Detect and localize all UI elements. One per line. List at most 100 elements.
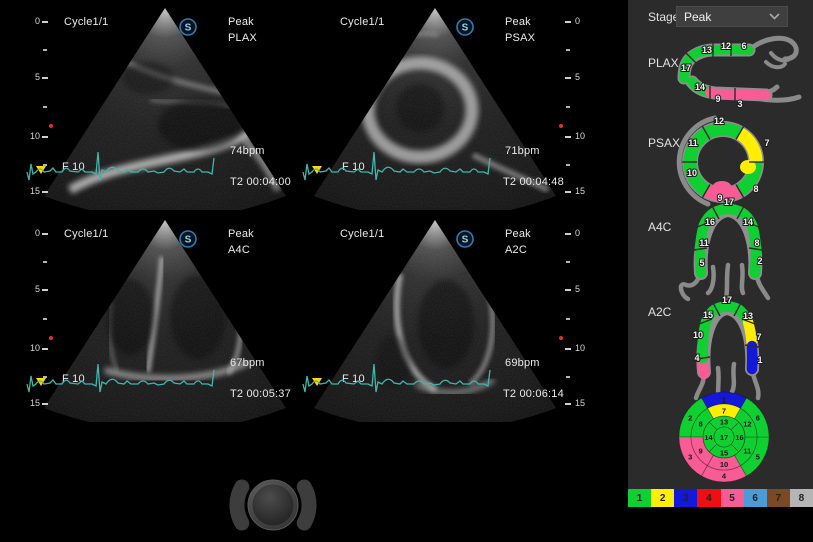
- ruler-tick: [566, 376, 570, 378]
- ruler-tick: [42, 348, 48, 350]
- ruler-tick: [565, 191, 571, 193]
- segment-number: 11: [743, 447, 751, 456]
- segment-number: 17: [724, 197, 734, 207]
- segment: [707, 129, 740, 133]
- legend-swatch: 8: [790, 489, 813, 507]
- segment-number: 13: [743, 311, 753, 321]
- ruler-label: 15: [575, 398, 591, 408]
- segment-number: 5: [699, 258, 704, 268]
- trackball-right-button[interactable]: [304, 487, 309, 523]
- ruler-tick: [42, 403, 48, 405]
- ruler-tick: [565, 21, 571, 23]
- heart-rate: 67bpm: [230, 357, 265, 369]
- focus-marker-icon: [559, 124, 563, 128]
- segment-number: 13: [720, 418, 728, 427]
- ruler-label: 5: [24, 284, 40, 294]
- quadrant-a2c[interactable]: S Cycle1/1 Peak A2C 69bpm T2 00:06:14 F …: [298, 212, 628, 422]
- segment-number: 11: [699, 238, 709, 248]
- vendor-logo-icon: S: [180, 231, 196, 247]
- view-label: PSAX: [505, 32, 535, 44]
- ruler-tick: [566, 164, 570, 166]
- ruler-label: 0: [575, 16, 591, 26]
- segment-number: 1: [722, 396, 726, 405]
- ruler-tick: [565, 136, 571, 138]
- trackball-left-button[interactable]: [237, 487, 242, 523]
- view-label: A2C: [505, 244, 527, 256]
- segment-number: 10: [720, 460, 728, 469]
- stage-field-label: Stage: [648, 10, 679, 24]
- quadrant-plax[interactable]: S Cycle1/1 Peak PLAX 74bpm T2 00:04:00 F…: [0, 0, 298, 210]
- ruler-tick: [43, 261, 47, 263]
- a4c-segment-diagram: 17 16 14 11 8 5 2: [668, 195, 808, 303]
- svg-text:S: S: [185, 23, 192, 34]
- focus-marker-icon: [559, 336, 563, 340]
- ruler-tick: [565, 289, 571, 291]
- svg-text:S: S: [185, 235, 192, 246]
- vendor-logo-icon: S: [457, 19, 473, 35]
- legend-swatch: 1: [628, 489, 651, 507]
- ruler-label: 10: [575, 343, 591, 353]
- segment-number: 8: [753, 184, 758, 194]
- ruler-label: 0: [24, 228, 40, 238]
- chevron-down-icon: [769, 13, 780, 20]
- ruler-tick: [42, 289, 48, 291]
- segment: [755, 249, 756, 273]
- ruler-tick: [42, 136, 48, 138]
- stage-label: Peak: [228, 228, 254, 240]
- ruler-tick: [565, 348, 571, 350]
- svg-text:S: S: [462, 23, 469, 34]
- heart-rate: 71bpm: [505, 145, 540, 157]
- segment-number: 2: [757, 256, 762, 266]
- segment-number: 7: [764, 138, 769, 148]
- ultrasound-image-a2c[interactable]: S: [298, 212, 628, 422]
- stage-dropdown-value: Peak: [684, 10, 711, 24]
- segment-number: 12: [743, 420, 751, 429]
- trackball-control[interactable]: [203, 465, 347, 541]
- segment-number: 13: [702, 45, 712, 55]
- segment-number: 17: [722, 295, 732, 305]
- segment-number: 9: [699, 447, 703, 456]
- cycle-label: Cycle1/1: [64, 228, 108, 240]
- bullseye-plot: 1 2 3 4 5 6 7 8 9 10 11 12 13 14 15 16 1…: [668, 388, 788, 492]
- legend-swatch: 4: [697, 489, 720, 507]
- segment-number: 16: [705, 217, 715, 227]
- focus-marker-icon: [49, 124, 53, 128]
- segment-number: 9: [715, 94, 720, 104]
- ruler-label: 5: [24, 72, 40, 82]
- quadrant-psax[interactable]: S Cycle1/1 Peak PSAX 71bpm T2 00:04:48 F…: [298, 0, 628, 210]
- ruler-label: 10: [24, 131, 40, 141]
- vendor-logo-icon: S: [457, 231, 473, 247]
- ultrasound-image-psax[interactable]: S: [298, 0, 628, 210]
- cycle-label: Cycle1/1: [340, 16, 384, 28]
- cycle-label: Cycle1/1: [340, 228, 384, 240]
- ruler-tick: [42, 191, 48, 193]
- legend-swatch: 7: [767, 489, 790, 507]
- heart-rate: 74bpm: [230, 145, 265, 157]
- segment-number: 7: [756, 332, 761, 342]
- segment-number: 14: [695, 82, 705, 92]
- segment-number: 3: [737, 99, 742, 109]
- segment-number: 10: [693, 330, 703, 340]
- ruler-label: 5: [575, 284, 591, 294]
- segment-number: 6: [756, 414, 760, 423]
- ruler-label: 15: [24, 398, 40, 408]
- legend-swatch: 3: [674, 489, 697, 507]
- ruler-label: 5: [575, 72, 591, 82]
- timestamp: T2 00:05:37: [230, 388, 291, 400]
- legend-swatch: 6: [744, 489, 767, 507]
- trackball-ball[interactable]: [253, 485, 294, 526]
- frequency-label: F 10: [62, 373, 85, 385]
- stage-dropdown[interactable]: Peak: [676, 6, 788, 27]
- legend-swatch: 2: [651, 489, 674, 507]
- segment-number: 6: [741, 41, 746, 51]
- vendor-logo-icon: S: [180, 19, 196, 35]
- segment-number: 12: [714, 116, 724, 126]
- focus-marker-icon: [49, 336, 53, 340]
- ruler-tick: [566, 261, 570, 263]
- ruler-tick: [43, 318, 47, 320]
- quadrant-a4c[interactable]: S Cycle1/1 Peak A4C 67bpm T2 00:05:37 F …: [0, 212, 298, 422]
- ruler-tick: [42, 77, 48, 79]
- echo-review-screen: S Cycle1/1 Peak PLAX 74bpm T2 00:04:00 F…: [0, 0, 813, 542]
- segment-number: 2: [688, 414, 692, 423]
- ruler-tick: [565, 403, 571, 405]
